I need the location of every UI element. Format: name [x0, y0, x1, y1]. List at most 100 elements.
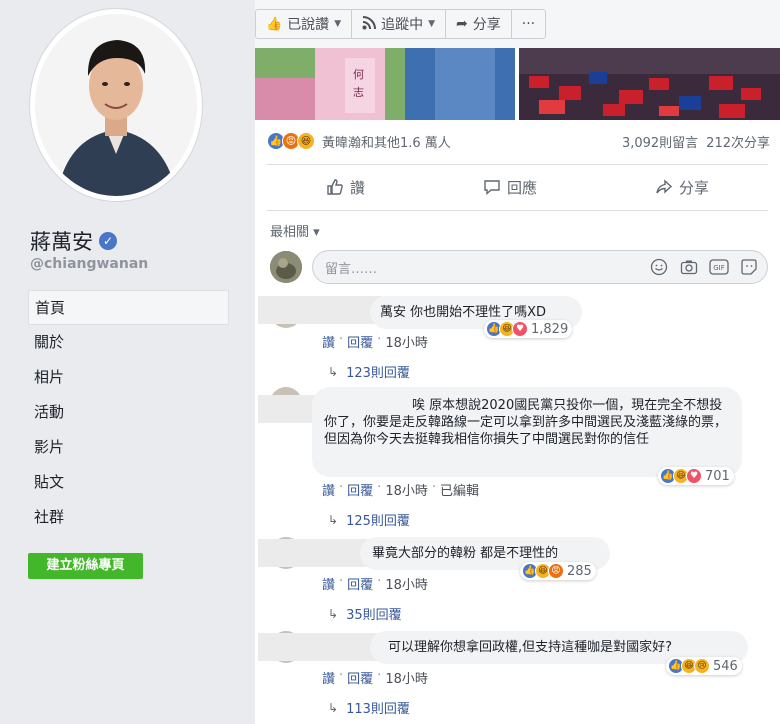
- view-replies-link[interactable]: ↳ 35則回覆: [328, 604, 402, 624]
- comment-reaction-number: 1,829: [531, 321, 569, 337]
- replies-count: 123則回覆: [346, 366, 410, 381]
- comment-reply-link[interactable]: 回覆: [347, 480, 373, 499]
- separator-dot: ·: [377, 332, 382, 347]
- comment-sort-dropdown[interactable]: 最相關 ▾: [270, 221, 320, 240]
- comment-text: 可以理解你想拿回政權,但支持這種咖是對國家好?: [388, 640, 673, 655]
- post-counts: 3,092則留言 212次分享: [622, 132, 770, 151]
- following-button[interactable]: 追蹤中 ▼: [351, 9, 447, 39]
- camera-icon[interactable]: [679, 257, 699, 277]
- create-page-button[interactable]: 建立粉絲專頁: [28, 553, 143, 579]
- post-comment-label: 回應: [506, 178, 537, 197]
- comment-meta: 讚 · 回覆 · 18小時: [322, 574, 428, 593]
- profile-picture[interactable]: [35, 14, 197, 196]
- nav-item-posts[interactable]: 貼文: [28, 465, 229, 500]
- nav-item-events[interactable]: 活動: [28, 395, 229, 430]
- profile-picture-frame[interactable]: [30, 9, 202, 201]
- separator-dot: ·: [377, 480, 382, 495]
- separator-dot: ·: [339, 480, 344, 495]
- replies-count: 125則回覆: [346, 514, 410, 529]
- redacted-commenter-name: [258, 539, 373, 567]
- comment-timestamp[interactable]: 18小時: [385, 574, 428, 593]
- post-main-column: 👍 已說讚 ▼ 追蹤中 ▼ ➦ 分享 ··· 何 志 👍 😡 😆 黃暐瀚和其他1…: [255, 0, 780, 724]
- page-name-text[interactable]: 蔣萬安: [30, 226, 93, 256]
- share-count[interactable]: 212次分享: [706, 132, 770, 151]
- comment-reaction-count[interactable]: 👍 😆 😡 285: [520, 562, 596, 580]
- post-photo-2[interactable]: [519, 48, 780, 120]
- thumbs-up-icon: 👍: [266, 16, 283, 32]
- separator-dot: ·: [377, 574, 382, 589]
- post-like-button[interactable]: 讚: [326, 177, 365, 198]
- comment-like-link[interactable]: 讚: [322, 574, 335, 593]
- comment-text: 萬安 你也開始不理性了嗎XD: [380, 305, 547, 320]
- comment-item: 畢竟大部分的韓粉 都是不理性的 👍 😆 😡 285 讚 · 回覆 · 18小時 …: [258, 537, 768, 625]
- view-replies-link[interactable]: ↳ 123則回覆: [328, 362, 410, 382]
- more-icon: ···: [521, 16, 536, 32]
- nav-item-videos[interactable]: 影片: [28, 430, 229, 465]
- comment-timestamp[interactable]: 18小時: [385, 480, 428, 499]
- post-reactions-summary: 👍 😡 😆 黃暐瀚和其他1.6 萬人 3,092則留言 212次分享: [267, 130, 770, 152]
- reaction-names[interactable]: 黃暐瀚和其他1.6 萬人: [322, 132, 451, 151]
- share-page-button[interactable]: ➦ 分享: [445, 9, 512, 39]
- comment-reaction-number: 546: [713, 658, 738, 674]
- comment-like-link[interactable]: 讚: [322, 332, 335, 351]
- post-photo-strip: 何 志: [255, 48, 780, 120]
- comment-reaction-count[interactable]: 👍 😆 😢 546: [666, 657, 742, 675]
- comment-edited-label[interactable]: 已編輯: [440, 480, 479, 499]
- comment-meta: 讚 · 回覆 · 18小時: [322, 668, 428, 687]
- comment-timestamp[interactable]: 18小時: [385, 332, 428, 351]
- separator-dot: ·: [339, 668, 344, 683]
- svg-text:何: 何: [353, 68, 364, 81]
- page-action-buttons: 👍 已說讚 ▼ 追蹤中 ▼ ➦ 分享 ···: [255, 9, 547, 39]
- nav-item-photos[interactable]: 相片: [28, 360, 229, 395]
- chevron-down-icon: ▼: [428, 19, 436, 29]
- gif-icon[interactable]: GIF: [709, 257, 729, 277]
- comment-item: 萬安 你也開始不理性了嗎XD 👍 😆 ♥ 1,829 讚 · 回覆 · 18小時…: [258, 296, 768, 384]
- page-name[interactable]: 蔣萬安 ✓: [30, 226, 117, 256]
- nav-item-about[interactable]: 關於: [28, 325, 229, 360]
- comment-text: 畢竟大部分的韓粉 都是不理性的: [372, 546, 559, 561]
- comment-input[interactable]: 留言…… GIF: [312, 250, 768, 284]
- view-replies-link[interactable]: ↳ 113則回覆: [328, 698, 410, 718]
- page-handle[interactable]: @chiangwanan: [30, 256, 148, 272]
- post-comment-button[interactable]: 回應: [483, 177, 537, 198]
- more-options-button[interactable]: ···: [510, 9, 547, 39]
- liked-button[interactable]: 👍 已說讚 ▼: [255, 9, 353, 39]
- comment-reply-link[interactable]: 回覆: [347, 668, 373, 687]
- post-photo-1[interactable]: 何 志: [255, 48, 515, 120]
- comment-bubble: 唉 原本想說2020國民黨只投你一個，現在完全不想投你了，你要是走反韓路線一定可…: [312, 387, 742, 477]
- divider: [267, 164, 768, 165]
- love-reaction-icon: ♥: [686, 468, 702, 484]
- thumbs-up-icon: [327, 179, 343, 195]
- post-share-button[interactable]: 分享: [655, 177, 709, 198]
- reply-arrow-icon: ↳: [328, 700, 339, 715]
- reply-arrow-icon: ↳: [328, 364, 339, 379]
- comment-like-link[interactable]: 讚: [322, 668, 335, 687]
- comment-timestamp[interactable]: 18小時: [385, 668, 428, 687]
- post-share-label: 分享: [678, 178, 709, 197]
- comment-meta: 讚 · 回覆 · 18小時: [322, 332, 428, 351]
- sticker-icon[interactable]: [739, 257, 759, 277]
- comment-item: 可以理解你想拿回政權,但支持這種咖是對國家好? 👍 😆 😢 546 讚 · 回覆…: [258, 631, 768, 721]
- emoji-icon[interactable]: [649, 257, 669, 277]
- replies-count: 35則回覆: [346, 608, 402, 623]
- reply-arrow-icon: ↳: [328, 606, 339, 621]
- nav-item-home[interactable]: 首頁: [28, 290, 229, 325]
- comment-count[interactable]: 3,092則留言: [622, 132, 698, 151]
- comment-like-link[interactable]: 讚: [322, 480, 335, 499]
- comment-reply-link[interactable]: 回覆: [347, 332, 373, 351]
- rss-icon: [362, 15, 377, 33]
- sad-reaction-icon: 😢: [694, 658, 710, 674]
- replies-count: 113則回覆: [346, 702, 410, 717]
- following-button-label: 追蹤中: [381, 17, 424, 33]
- verified-check-icon: ✓: [99, 232, 117, 250]
- comment-reaction-count[interactable]: 👍 😆 ♥ 1,829: [484, 320, 573, 338]
- comment-text: 唉 原本想說2020國民黨只投你一個，現在完全不想投你了，你要是走反韓路線一定可…: [324, 398, 728, 447]
- view-replies-link[interactable]: ↳ 125則回覆: [328, 510, 410, 530]
- love-reaction-icon: ♥: [512, 321, 528, 337]
- redacted-commenter-name: [258, 633, 386, 661]
- nav-item-community[interactable]: 社群: [28, 500, 229, 535]
- separator-dot: ·: [377, 668, 382, 683]
- comment-reply-link[interactable]: 回覆: [347, 574, 373, 593]
- comment-reaction-count[interactable]: 👍 😆 ♥ 701: [658, 467, 734, 485]
- comment-reaction-number: 701: [705, 468, 730, 484]
